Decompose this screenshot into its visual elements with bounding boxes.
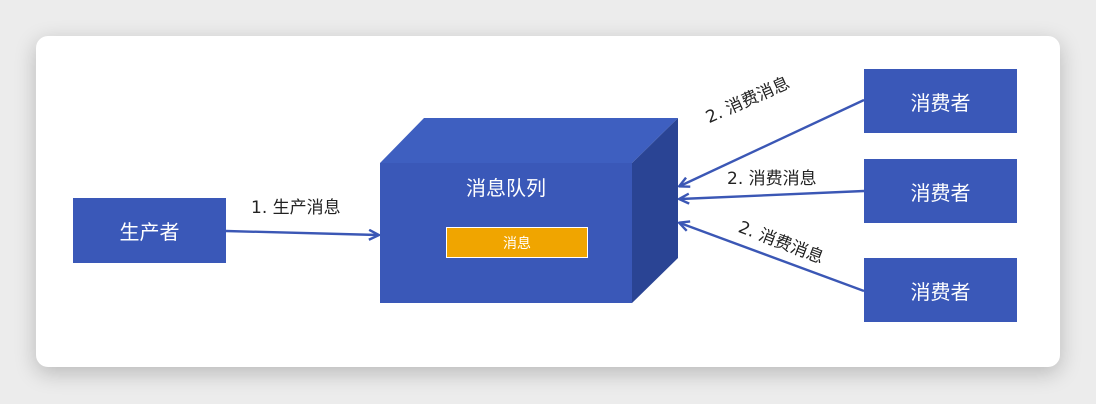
consume-arrow-2: [680, 189, 865, 199]
message-label: 消息: [503, 235, 531, 252]
consumer-box-3: 消费者: [864, 258, 1017, 322]
consume-edge-label-2: 2. 消费消息: [727, 169, 817, 189]
produce-edge-label: 1. 生产消息: [251, 198, 341, 218]
message-box: 消息: [446, 227, 588, 258]
producer-label: 生产者: [119, 220, 180, 244]
consumer-label: 消费者: [910, 90, 971, 115]
consumer-box-1: 消费者: [864, 69, 1017, 133]
queue-cube-top: [380, 118, 678, 163]
consumer-label: 消费者: [910, 279, 971, 304]
producer-box: 生产者: [73, 198, 226, 263]
queue-label: 消息队列: [466, 176, 546, 200]
consumer-label: 消费者: [910, 180, 971, 205]
consumer-box-2: 消费者: [864, 159, 1017, 223]
produce-arrow: [225, 231, 378, 235]
